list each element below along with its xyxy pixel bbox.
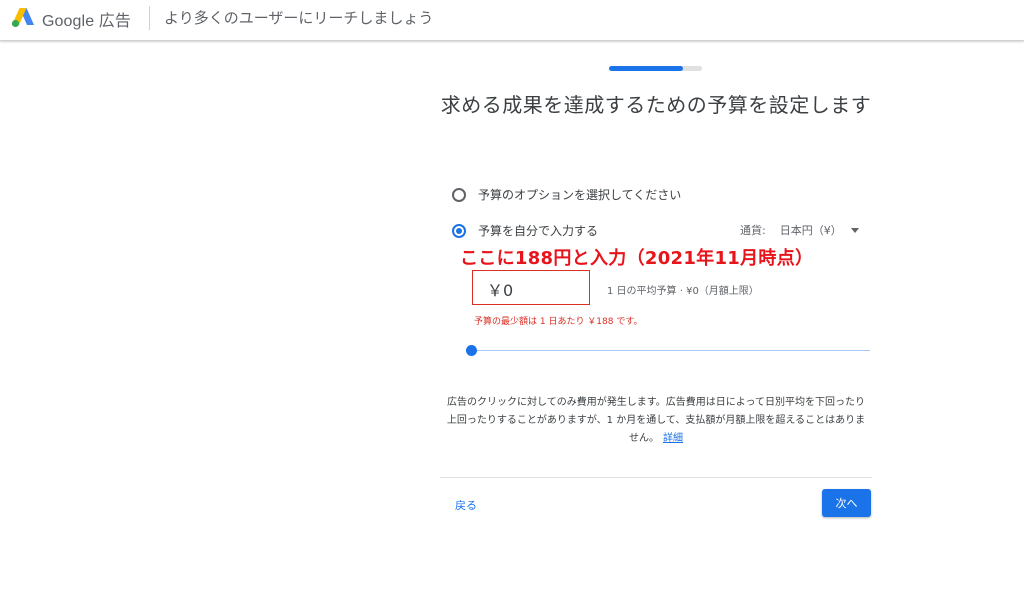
page-subtitle: より多くのユーザーにリーチしましょう xyxy=(164,9,434,27)
budget-slider-thumb[interactable] xyxy=(466,345,477,356)
header-divider xyxy=(149,6,150,30)
billing-info-text: 広告のクリックに対してのみ費用が発生します。広告費用は日によって日別平均を下回っ… xyxy=(446,397,866,444)
radio-button-checked[interactable] xyxy=(452,223,466,238)
brand-name[interactable]: Google 広告 xyxy=(42,7,131,31)
budget-input[interactable] xyxy=(485,278,585,299)
google-ads-logo-icon[interactable] xyxy=(11,6,35,28)
currency-label: 通貨: xyxy=(740,224,766,237)
option-enter-own-budget[interactable]: 予算を自分で入力する xyxy=(452,222,598,239)
footer-divider xyxy=(440,477,872,478)
currency-selector[interactable]: 通貨: 日本円（¥） xyxy=(740,222,842,238)
budget-error-message: 予算の最少額は 1 日あたり ￥188 です。 xyxy=(474,317,643,327)
annotation-text: ここに188円と入力（2021年11月時点） xyxy=(460,248,814,269)
budget-slider-track[interactable] xyxy=(472,350,870,351)
step-progress-bar xyxy=(609,66,702,71)
step-progress-fill xyxy=(609,66,684,71)
option-label: 予算を自分で入力する xyxy=(478,224,599,238)
brand-product: 広告 xyxy=(98,13,131,30)
caret-down-icon[interactable] xyxy=(851,228,859,233)
radio-button-unchecked[interactable] xyxy=(452,187,466,202)
option-select-budget[interactable]: 予算のオプションを選択してください xyxy=(452,186,681,203)
budget-input-box[interactable] xyxy=(472,270,590,305)
next-button[interactable]: 次へ xyxy=(822,489,871,517)
option-label: 予算のオプションを選択してください xyxy=(478,188,682,202)
top-app-bar: Google 広告 より多くのユーザーにリーチしましょう xyxy=(0,0,1024,41)
brand-google: Google xyxy=(42,13,95,30)
currency-value: 日本円（¥） xyxy=(779,224,842,237)
billing-info: 広告のクリックに対してのみ費用が発生します。広告費用は日によって日別平均を下回っ… xyxy=(446,394,866,448)
page-title: 求める成果を達成するための予算を設定します xyxy=(440,93,872,117)
back-button[interactable]: 戻る xyxy=(455,497,477,513)
average-budget-text: 1 日の平均予算 · ¥0（月額上限） xyxy=(607,286,759,297)
details-link[interactable]: 詳細 xyxy=(663,433,683,444)
